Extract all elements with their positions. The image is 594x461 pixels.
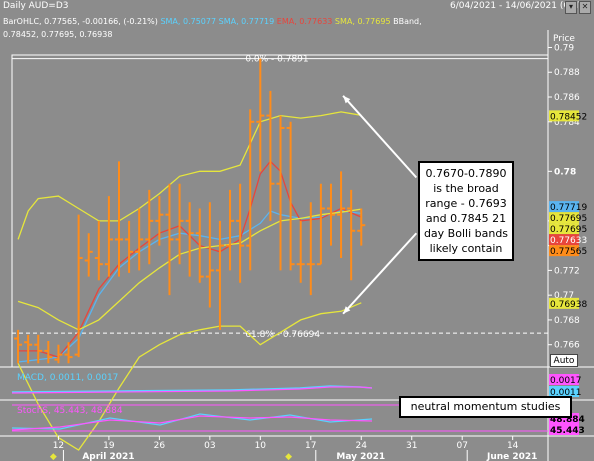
svg-text:0.77633: 0.77633 — [550, 236, 587, 246]
stoch-label: StochS, 45.443, 48.884 — [17, 406, 123, 416]
svg-text:0.77565: 0.77565 — [550, 247, 587, 257]
svg-text:0.0017: 0.0017 — [550, 376, 582, 386]
y-tick-label: 0.78 — [554, 167, 576, 177]
x-tick-label: 07 — [456, 441, 467, 451]
fib-level-label: 0.0% - 0.7891 — [245, 55, 308, 65]
range-callout: 0.7670-0.7890 is the broad range - 0.769… — [418, 161, 514, 261]
price-tag: 0.77719 — [549, 201, 587, 213]
price-tag: 0.78452 — [549, 110, 587, 122]
y-tick-label: 0.786 — [554, 93, 580, 103]
svg-text:0.76938: 0.76938 — [550, 300, 587, 310]
x-tick-label: 03 — [204, 441, 215, 451]
x-tick-label: 10 — [255, 441, 267, 451]
x-tick-label: 12 — [53, 441, 64, 451]
y-tick-label: 0.79 — [554, 43, 574, 53]
x-month-label: June 2021 — [486, 452, 537, 461]
x-marker-icon: ◆ — [50, 452, 57, 461]
svg-text:0.77719: 0.77719 — [550, 203, 587, 213]
macd-label: MACD, 0.0011, 0.0017 — [17, 373, 118, 383]
x-tick-label: 26 — [154, 441, 166, 451]
x-tick-label: 17 — [305, 441, 316, 451]
svg-text:45.443: 45.443 — [550, 426, 585, 436]
price-tag: 0.76938 — [549, 297, 587, 310]
macd-value-tag: 0.0017 — [549, 374, 582, 386]
price-tag: 0.77633 — [549, 234, 587, 246]
x-month-label: May 2021 — [336, 452, 385, 461]
x-tick-label: 31 — [406, 441, 417, 451]
price-tag: 0.77565 — [549, 245, 587, 257]
x-tick-label: 19 — [103, 441, 115, 451]
x-tick-label: 24 — [356, 441, 368, 451]
svg-text:0.78452: 0.78452 — [550, 112, 587, 122]
x-tick-label: 14 — [507, 441, 519, 451]
price-tag: 0.77695 — [549, 223, 587, 235]
price-tag: 0.77695 — [549, 212, 587, 224]
y-tick-label: 0.766 — [554, 341, 580, 351]
auto-scale-button[interactable]: Auto — [550, 354, 578, 367]
momentum-callout: neutral momentum studies — [399, 396, 572, 418]
y-tick-label: 0.788 — [554, 68, 580, 78]
y-tick-label: 0.772 — [554, 266, 580, 276]
svg-text:0.77695: 0.77695 — [550, 225, 587, 235]
y-tick-label: 0.768 — [554, 316, 580, 326]
x-month-label: April 2021 — [82, 452, 134, 461]
x-marker-icon: ◆ — [285, 452, 292, 461]
stoch-value-tag: 45.443 — [549, 424, 585, 436]
svg-text:0.77695: 0.77695 — [550, 214, 587, 224]
